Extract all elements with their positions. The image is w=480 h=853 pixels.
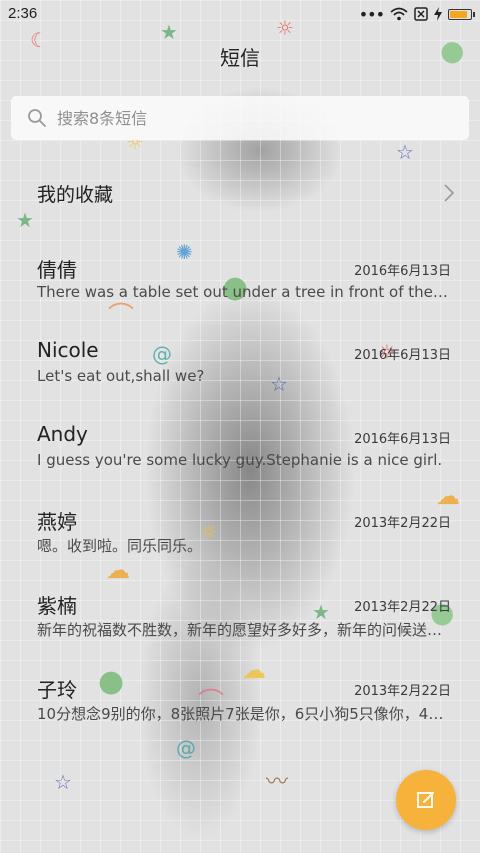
message-preview: I guess you're some lucky guy.Stephanie … <box>37 451 443 469</box>
battery-icon <box>448 8 475 20</box>
star-doodle-icon: ☆ <box>396 140 414 164</box>
contact-name: 燕婷 <box>37 510 77 534</box>
message-date: 2013年2月22日 <box>354 600 451 615</box>
status-time: 2:36 <box>8 5 38 22</box>
charging-icon <box>434 7 442 21</box>
message-date: 2016年6月13日 <box>354 264 451 279</box>
conversation-item[interactable]: 燕婷 2013年2月22日 嗯。收到啦。同乐同乐。 <box>0 488 480 572</box>
search-input[interactable] <box>57 108 437 128</box>
conversation-item[interactable]: 倩倩 2016年6月13日 There was a table set out … <box>0 236 480 320</box>
contact-name: Andy <box>37 422 88 446</box>
search-box[interactable] <box>11 96 469 140</box>
message-preview: There was a table set out under a tree i… <box>37 283 452 301</box>
conversation-item[interactable]: 子玲 2013年2月22日 10分想念9别的你，8张照片7张是你，6只小狗5只像… <box>0 656 480 740</box>
message-date: 2013年2月22日 <box>354 684 451 699</box>
contact-name: 子玲 <box>37 678 77 702</box>
search-icon <box>28 109 46 127</box>
conversation-item[interactable]: Nicole 2016年6月13日 Let's eat out,shall we… <box>0 320 480 404</box>
favorites-row[interactable]: 我的收藏 <box>0 168 480 220</box>
message-date: 2016年6月13日 <box>354 348 451 363</box>
conversation-list: 倩倩 2016年6月13日 There was a table set out … <box>0 236 480 740</box>
conversation-item[interactable]: 紫楠 2013年2月22日 新年的祝福数不胜数，新年的愿望好多好多，新年的问候送… <box>0 572 480 656</box>
favorites-label: 我的收藏 <box>37 184 114 206</box>
battery-level <box>450 10 467 18</box>
mustache-doodle-icon: 〰 <box>266 770 289 795</box>
compose-button[interactable] <box>396 770 456 830</box>
contact-name: 倩倩 <box>37 258 77 282</box>
contact-name: 紫楠 <box>37 594 77 618</box>
message-preview: 新年的祝福数不胜数，新年的愿望好多好多，新年的问候送给你 <box>37 621 452 639</box>
message-date: 2016年6月13日 <box>354 432 451 447</box>
compose-icon <box>417 792 434 808</box>
star-doodle-icon: ☆ <box>54 770 72 794</box>
page-title: 短信 <box>220 46 260 70</box>
more-dots-icon: ••• <box>358 4 385 24</box>
status-bar: 2:36 ••• <box>0 0 480 28</box>
chevron-right-icon <box>444 184 455 202</box>
message-preview: 10分想念9别的你，8张照片7张是你，6只小狗5只像你，4季如春 <box>37 705 452 723</box>
message-date: 2013年2月22日 <box>354 516 451 531</box>
sim-icon <box>414 7 428 21</box>
wifi-icon <box>390 7 408 21</box>
message-preview: 嗯。收到啦。同乐同乐。 <box>37 537 203 555</box>
message-preview: Let's eat out,shall we? <box>37 367 205 385</box>
conversation-item[interactable]: Andy 2016年6月13日 I guess you're some luck… <box>0 404 480 488</box>
contact-name: Nicole <box>37 338 99 362</box>
status-icons: ••• <box>358 4 475 24</box>
